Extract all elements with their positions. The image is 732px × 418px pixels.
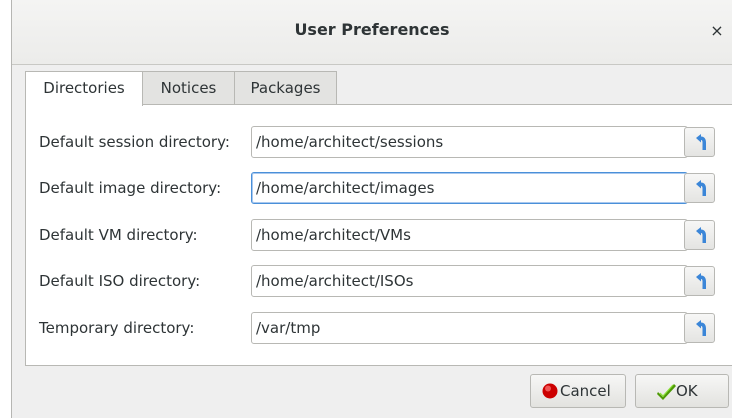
iso-directory-label: Default ISO directory: [39,272,201,290]
dialog-button-bar: Cancel OK [12,366,732,418]
tab-directories[interactable]: Directories [25,71,143,106]
vm-directory-field[interactable] [251,219,688,251]
temporary-directory-label: Temporary directory: [39,319,195,337]
iso-directory-field[interactable] [251,265,688,297]
session-directory-reset-button[interactable] [684,127,715,157]
temporary-directory-field[interactable] [251,312,688,344]
ok-label: OK [676,382,698,400]
temporary-directory-reset-button[interactable] [684,313,715,343]
session-directory-label: Default session directory: [39,133,230,151]
ok-button[interactable]: OK [635,374,729,408]
image-directory-label: Default image directory: [39,179,222,197]
iso-directory-reset-button[interactable] [684,266,715,296]
preferences-dialog: User Preferences × Directories Notices P… [11,0,732,418]
vm-directory-label: Default VM directory: [39,226,198,244]
ok-checkmark-icon [657,384,676,400]
revert-icon [696,134,706,150]
close-icon[interactable]: × [708,20,726,42]
cancel-button[interactable]: Cancel [530,374,626,408]
image-directory-field[interactable] [251,172,688,204]
cancel-label: Cancel [560,382,611,400]
tab-packages[interactable]: Packages [234,71,337,104]
vm-directory-reset-button[interactable] [684,220,715,250]
tab-notices[interactable]: Notices [142,71,235,104]
revert-icon [696,227,706,243]
image-directory-reset-button[interactable] [684,173,715,203]
title-bar: User Preferences × [12,0,732,65]
revert-icon [696,180,706,196]
revert-icon [696,320,706,336]
window-title: User Preferences [294,20,450,39]
session-directory-field[interactable] [251,126,688,158]
revert-icon [696,273,706,289]
cancel-icon [542,383,558,399]
